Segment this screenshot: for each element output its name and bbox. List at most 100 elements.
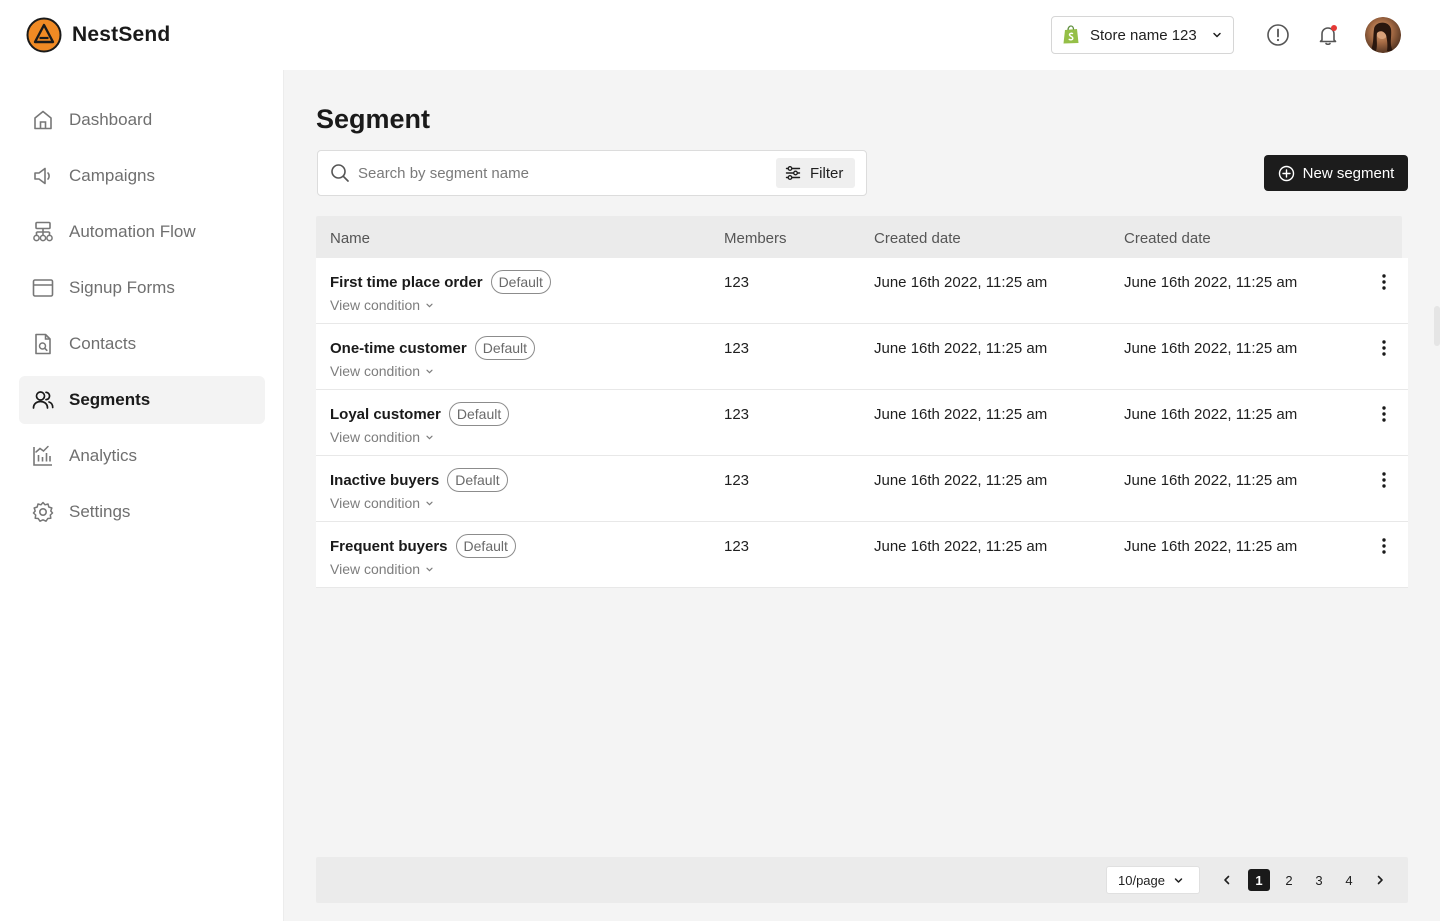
row-more-button[interactable] bbox=[1374, 470, 1394, 490]
main-content: Segment Filter New segment Name Members bbox=[284, 70, 1440, 921]
chevron-down-icon bbox=[426, 501, 433, 506]
new-segment-button[interactable]: New segment bbox=[1264, 155, 1408, 191]
more-vertical-icon bbox=[1382, 538, 1386, 554]
segment-name[interactable]: One-time customer bbox=[330, 340, 467, 357]
view-condition-toggle[interactable]: View condition bbox=[330, 495, 434, 511]
chevron-down-icon bbox=[1174, 877, 1183, 883]
sidebar-item-automation-flow[interactable]: Automation Flow bbox=[19, 208, 265, 256]
next-page-button[interactable] bbox=[1369, 869, 1391, 891]
view-condition-label: View condition bbox=[330, 429, 421, 445]
row-more-button[interactable] bbox=[1374, 272, 1394, 292]
new-segment-label: New segment bbox=[1302, 164, 1395, 182]
sidebar-item-analytics[interactable]: Analytics bbox=[19, 432, 265, 480]
page-button-2[interactable]: 2 bbox=[1278, 869, 1300, 891]
more-vertical-icon bbox=[1382, 406, 1386, 422]
search-box: Filter bbox=[317, 150, 867, 196]
members-count: 123 bbox=[724, 472, 750, 489]
brand-name: NestSend bbox=[72, 23, 171, 46]
per-page-value: 10/page bbox=[1118, 872, 1165, 888]
pagination: 10/page 1 2 3 4 bbox=[316, 857, 1408, 903]
more-vertical-icon bbox=[1382, 472, 1386, 488]
sidebar-item-dashboard[interactable]: Dashboard bbox=[19, 96, 265, 144]
members-count: 123 bbox=[724, 340, 750, 357]
view-condition-toggle[interactable]: View condition bbox=[330, 429, 434, 445]
row-more-button[interactable] bbox=[1374, 338, 1394, 358]
sidebar-item-settings[interactable]: Settings bbox=[19, 488, 265, 536]
nestsend-logo-icon bbox=[26, 17, 62, 53]
created-date: June 16th 2022, 11:25 am bbox=[874, 538, 1048, 555]
segment-name-cell: Loyal customer Default bbox=[330, 402, 510, 426]
chevron-down-icon bbox=[426, 567, 433, 572]
row-more-button[interactable] bbox=[1374, 536, 1394, 556]
avatar[interactable] bbox=[1365, 17, 1401, 53]
default-badge: Default bbox=[448, 402, 510, 426]
info-icon bbox=[1267, 24, 1289, 46]
scrollbar-thumb[interactable] bbox=[1434, 306, 1440, 346]
bell-icon bbox=[1319, 25, 1337, 46]
view-condition-toggle[interactable]: View condition bbox=[330, 561, 434, 577]
sidebar-item-label: Signup Forms bbox=[69, 278, 175, 297]
notifications-button[interactable] bbox=[1315, 22, 1341, 48]
prev-page-button[interactable] bbox=[1216, 869, 1238, 891]
megaphone-icon bbox=[31, 164, 55, 188]
table-row[interactable]: Inactive buyers Default View condition 1… bbox=[316, 456, 1408, 522]
search-icon bbox=[331, 164, 349, 182]
sidebar-item-contacts[interactable]: Contacts bbox=[19, 320, 265, 368]
chevron-right-icon bbox=[1377, 875, 1383, 885]
segment-name[interactable]: Loyal customer bbox=[330, 406, 441, 423]
sidebar-item-segments[interactable]: Segments bbox=[19, 376, 265, 424]
segment-name[interactable]: Inactive buyers bbox=[330, 472, 439, 489]
created-date-2: June 16th 2022, 11:25 am bbox=[1124, 472, 1298, 489]
filter-label: Filter bbox=[810, 164, 844, 182]
table-row[interactable]: Frequent buyers Default View condition 1… bbox=[316, 522, 1408, 588]
plus-circle-icon bbox=[1278, 165, 1294, 181]
sidebar-item-label: Dashboard bbox=[69, 110, 153, 129]
sidebar-item-signup-forms[interactable]: Signup Forms bbox=[19, 264, 265, 312]
sidebar-item-campaigns[interactable]: Campaigns bbox=[19, 152, 265, 200]
column-header-created-date: Created date bbox=[874, 230, 961, 247]
home-icon bbox=[31, 108, 55, 132]
table-row[interactable]: One-time customer Default View condition… bbox=[316, 324, 1408, 390]
chevron-down-icon bbox=[426, 369, 433, 374]
sidebar-item-label: Automation Flow bbox=[69, 222, 196, 241]
sidebar-item-label: Segments bbox=[69, 390, 151, 409]
view-condition-toggle[interactable]: View condition bbox=[330, 297, 434, 313]
search-input[interactable] bbox=[358, 164, 776, 182]
sidebar-item-label: Settings bbox=[69, 502, 131, 521]
column-header-created-date-2: Created date bbox=[1124, 230, 1211, 247]
brand[interactable]: NestSend bbox=[26, 17, 170, 53]
sidebar: Dashboard Campaigns Automation Flow Sign… bbox=[0, 70, 284, 921]
chevron-down-icon bbox=[1213, 32, 1221, 38]
segment-name[interactable]: Frequent buyers bbox=[330, 538, 448, 555]
created-date-2: June 16th 2022, 11:25 am bbox=[1124, 340, 1298, 357]
store-select[interactable]: Store name 123 bbox=[1051, 16, 1234, 54]
default-badge: Default bbox=[447, 468, 508, 492]
created-date: June 16th 2022, 11:25 am bbox=[874, 340, 1048, 357]
members-count: 123 bbox=[724, 538, 750, 555]
sidebar-item-label: Contacts bbox=[69, 334, 137, 353]
page-button-1[interactable]: 1 bbox=[1248, 869, 1270, 891]
created-date-2: June 16th 2022, 11:25 am bbox=[1124, 406, 1298, 423]
segment-name[interactable]: First time place order bbox=[330, 274, 483, 291]
view-condition-label: View condition bbox=[330, 561, 421, 577]
contact-file-icon bbox=[31, 332, 55, 356]
row-more-button[interactable] bbox=[1374, 404, 1394, 424]
per-page-select[interactable]: 10/page bbox=[1106, 866, 1200, 894]
top-header: NestSend Store name 123 bbox=[0, 0, 1440, 70]
gear-icon bbox=[31, 500, 55, 524]
more-vertical-icon bbox=[1382, 274, 1386, 290]
segment-name-cell: Inactive buyers Default bbox=[330, 468, 508, 492]
segment-name-cell: One-time customer Default bbox=[330, 336, 536, 360]
table-row[interactable]: First time place order Default View cond… bbox=[316, 258, 1408, 324]
page-button-4[interactable]: 4 bbox=[1338, 869, 1360, 891]
segment-name-cell: First time place order Default bbox=[330, 270, 551, 294]
info-button[interactable] bbox=[1265, 22, 1291, 48]
page-button-3[interactable]: 3 bbox=[1308, 869, 1330, 891]
chevron-left-icon bbox=[1224, 875, 1230, 885]
view-condition-toggle[interactable]: View condition bbox=[330, 363, 434, 379]
page-title: Segment bbox=[316, 104, 431, 134]
table-row[interactable]: Loyal customer Default View condition 12… bbox=[316, 390, 1408, 456]
filter-button[interactable]: Filter bbox=[776, 158, 855, 188]
form-window-icon bbox=[31, 276, 55, 300]
notification-dot bbox=[1331, 25, 1337, 31]
